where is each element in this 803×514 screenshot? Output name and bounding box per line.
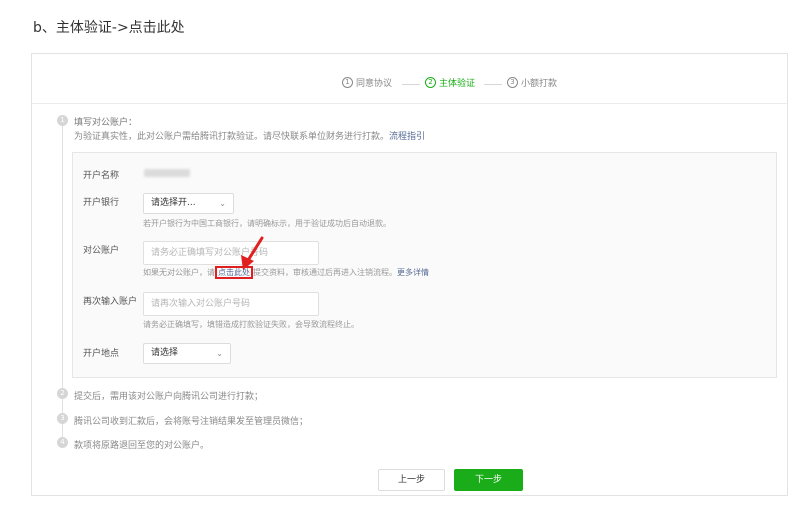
annotation-arrow-icon	[241, 236, 264, 270]
